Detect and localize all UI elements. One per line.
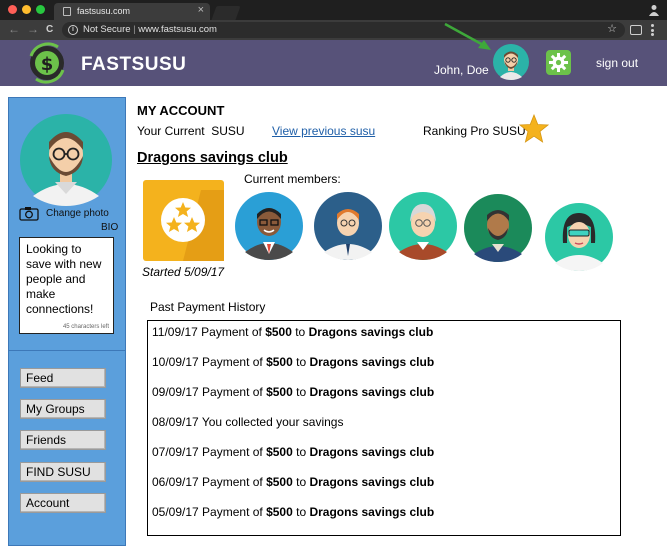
change-photo-link[interactable]: Change photo (46, 208, 109, 219)
window-close-button[interactable] (8, 5, 17, 14)
tab-close-icon[interactable]: × (198, 4, 204, 16)
profile-icon[interactable] (649, 4, 659, 16)
list-item: 11/09/17 Payment of $500 to Dragons savi… (152, 325, 434, 339)
window-minimize-button[interactable] (22, 5, 31, 14)
user-name[interactable]: John, Doe (434, 63, 489, 77)
ranking-label: Ranking Pro SUSU (423, 124, 526, 138)
view-previous-susu-link[interactable]: View previous susu (272, 124, 375, 138)
member-avatar[interactable] (235, 192, 303, 260)
url-text: www.fastsusu.com (138, 24, 217, 35)
logo-icon[interactable]: $ (26, 42, 68, 84)
started-date: Started 5/09/17 (142, 265, 225, 279)
member-avatar[interactable] (389, 192, 457, 260)
sidebar-divider (9, 350, 125, 351)
address-bar[interactable]: i Not Secure | www.fastsusu.com ☆ (62, 22, 625, 38)
member-avatar[interactable] (314, 192, 382, 260)
current-susu-label: Your Current SUSU (137, 124, 245, 138)
member-avatar[interactable] (545, 203, 613, 271)
list-item: 10/09/17 Payment of $500 to Dragons savi… (152, 355, 435, 369)
sidebar-item-friends[interactable]: Friends (20, 430, 106, 450)
address-separator: | (133, 24, 136, 35)
browser-tab[interactable]: fastsusu.com × (54, 3, 210, 20)
arrow-icon (444, 22, 491, 50)
window-zoom-button[interactable] (36, 5, 45, 14)
list-item: 09/09/17 Payment of $500 to Dragons savi… (152, 385, 435, 399)
reload-button[interactable]: C (46, 24, 53, 35)
sidebar-item-find-susu[interactable]: FIND SUSU (20, 462, 106, 482)
sidebar: Change photo BIO Looking to save with ne… (8, 97, 126, 546)
bio-label: BIO (101, 222, 119, 233)
history-label: Past Payment History (150, 300, 266, 314)
camera-icon[interactable] (19, 206, 39, 221)
menu-icon[interactable] (651, 24, 654, 36)
list-item: 08/09/17 You collected your savings (152, 415, 344, 429)
svg-text:$: $ (41, 54, 54, 75)
new-tab-button[interactable] (211, 6, 241, 20)
extension-icon[interactable] (630, 25, 642, 35)
stars-badge-icon (161, 190, 224, 261)
payment-history-list: 11/09/17 Payment of $500 to Dragons savi… (147, 320, 621, 536)
brand-name: FASTSUSU (81, 54, 187, 75)
club-title[interactable]: Dragons savings club (137, 150, 288, 166)
page-icon (63, 7, 71, 16)
bio-textarea[interactable]: Looking to save with new people and make… (19, 237, 114, 334)
list-item: 05/09/17 Payment of $500 to Dragons savi… (152, 505, 435, 519)
star-icon[interactable]: ☆ (607, 22, 617, 35)
back-button[interactable]: ← (8, 22, 20, 36)
browser-tabstrip: fastsusu.com × (0, 0, 667, 20)
forward-button[interactable]: → (27, 22, 39, 36)
browser-toolbar: ← → C i Not Secure | www.fastsusu.com ☆ (0, 20, 667, 40)
page-title: MY ACCOUNT (137, 103, 225, 118)
info-icon[interactable]: i (68, 25, 78, 35)
gear-icon (549, 53, 568, 72)
list-item: 06/09/17 Payment of $500 to Dragons savi… (152, 475, 435, 489)
ranking-star-icon (519, 114, 549, 143)
sign-out-link[interactable]: sign out (596, 56, 638, 70)
members-label: Current members: (244, 172, 341, 186)
address-text: Not Secure | www.fastsusu.com (83, 24, 217, 35)
bio-text: Looking to save with new people and make… (26, 242, 102, 316)
list-item: 07/09/17 Payment of $500 to Dragons savi… (152, 445, 435, 459)
avatar[interactable] (493, 44, 529, 80)
bio-character-count: 45 characters left (62, 324, 109, 330)
tab-title: fastsusu.com (77, 6, 131, 16)
sidebar-item-account[interactable]: Account (20, 493, 106, 513)
app-header: $ FASTSUSU John, Doe sign out (0, 40, 667, 86)
profile-avatar (20, 114, 112, 206)
sidebar-item-my-groups[interactable]: My Groups (20, 399, 106, 419)
member-avatar[interactable] (464, 194, 532, 262)
settings-button[interactable] (546, 50, 571, 75)
sidebar-item-feed[interactable]: Feed (20, 368, 106, 388)
security-label: Not Secure (83, 24, 131, 35)
club-badge (143, 180, 224, 261)
